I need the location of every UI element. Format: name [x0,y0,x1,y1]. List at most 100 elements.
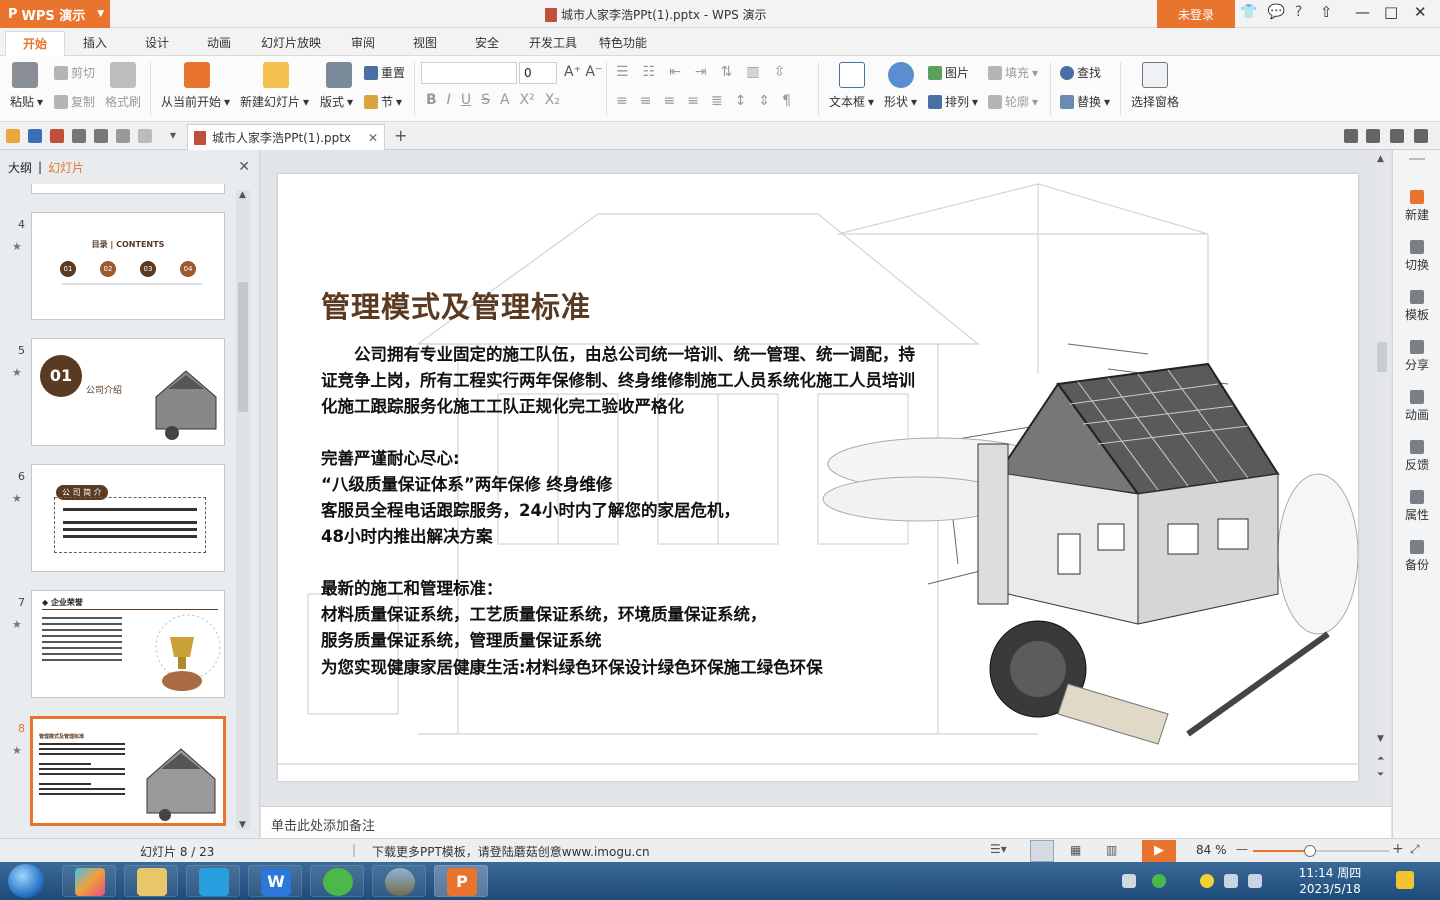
taskbar-app-browser[interactable] [310,865,364,897]
keyboard-icon[interactable] [1122,874,1136,888]
normal-view-button[interactable] [1030,840,1054,862]
find-button[interactable]: 查找 [1060,64,1101,81]
align-text-icon[interactable]: ⇳ [774,64,786,80]
sidebar-backup[interactable]: 备份 [1393,540,1440,573]
paragraph-icon[interactable]: ¶ [782,93,791,109]
slide-thumb-6[interactable]: 公 司 简 介 [31,464,225,572]
tab-review[interactable]: 审阅 [351,34,375,51]
zoom-slider-knob[interactable] [1304,845,1317,857]
slide-thumb-partial[interactable] [31,184,225,194]
arrange-button[interactable]: 排列 ▾ [928,93,978,110]
sidebar-transition[interactable]: 切换 [1393,240,1440,273]
scrollbar-thumb[interactable] [1377,342,1387,372]
tool-icon[interactable] [1344,129,1358,143]
textbox-button[interactable]: 文本框 ▾ [829,93,874,110]
previous-slide-icon[interactable]: ⏶ [1377,754,1384,764]
selection-pane-button[interactable]: 选择窗格 [1131,93,1179,110]
play-slideshow-button[interactable]: ▶ [1142,840,1176,862]
message-icon[interactable] [1390,129,1404,143]
copy-button[interactable]: 复制 [54,93,95,110]
zoom-out-icon[interactable]: — [1236,842,1248,856]
sidebar-animation[interactable]: 动画 [1393,390,1440,423]
zoom-slider[interactable] [1253,845,1389,857]
close-tab-icon[interactable]: ✕ [368,131,378,145]
distribute-icon[interactable]: ≣ [711,93,723,109]
tab-slides[interactable]: 幻灯片 [48,159,84,176]
strikethrough-button[interactable]: S [481,92,490,108]
notification-icon[interactable] [1396,871,1414,889]
undo-icon[interactable] [116,129,130,143]
sidebar-new[interactable]: 新建 [1393,190,1440,223]
export-pdf-icon[interactable] [50,129,64,143]
underline-button[interactable]: U [461,92,471,108]
slide-scrollbar[interactable]: ▲ ▼ ⏶ ⏷ [1374,150,1390,806]
new-tab-icon[interactable]: + [394,126,407,145]
pin-icon[interactable]: ⇧ [1320,3,1333,21]
maximize-button[interactable]: □ [1384,3,1398,21]
bullet-list-icon[interactable]: ☰ [616,64,629,80]
font-size-dropdown[interactable]: 0 [519,62,557,84]
slide-sorter-view-icon[interactable]: ▦ [1070,843,1081,857]
taskbar-app-blue[interactable] [186,865,240,897]
justify-icon[interactable]: ≡ [687,93,699,109]
taskbar-app-wps-writer[interactable]: W [248,865,302,897]
tab-design[interactable]: 设计 [145,34,169,51]
shape-button[interactable]: 形状 ▾ [884,93,917,110]
slide-thumb-7[interactable]: ◆ 企业荣誉 [31,590,225,698]
align-right-icon[interactable]: ≡ [663,93,675,109]
taskbar-app-wps-presentation[interactable]: P [434,865,488,897]
decrease-indent-icon[interactable]: ⇤ [669,64,681,80]
customize-dropdown-icon[interactable]: ▾ [170,128,176,142]
volume-icon[interactable] [1224,874,1238,888]
line-spacing-icon[interactable]: ↕ [735,93,747,109]
network-icon[interactable] [1248,874,1262,888]
slide-thumb-5[interactable]: 01 公司介绍 [31,338,225,446]
tab-insert[interactable]: 插入 [83,34,107,51]
replace-button[interactable]: 替换 ▾ [1060,93,1110,110]
redo-icon[interactable] [138,129,152,143]
superscript-button[interactable]: X² [520,92,535,108]
sidebar-share[interactable]: 分享 [1393,340,1440,373]
numbered-list-icon[interactable]: ☷ [643,64,656,80]
tab-slideshow[interactable]: 幻灯片放映 [261,34,321,51]
slides-panel-scrollbar[interactable] [236,190,250,830]
tab-special[interactable]: 特色功能 [599,34,647,51]
sidebar-properties[interactable]: 属性 [1393,490,1440,523]
font-name-dropdown[interactable] [421,62,517,84]
scroll-down-icon[interactable]: ▼ [239,820,246,830]
bold-button[interactable]: B [426,92,437,108]
zoom-level[interactable]: 84 % [1196,843,1227,857]
fit-window-icon[interactable]: ⤢ [1410,842,1420,857]
taskbar-app-explorer[interactable] [124,865,178,897]
notes-pane[interactable]: 单击此处添加备注 [261,806,1391,838]
minimize-button[interactable]: — [1355,3,1370,21]
skin-icon[interactable]: 👕 [1240,4,1257,20]
columns-icon[interactable]: ▥ [746,64,759,80]
help-icon[interactable]: ? [1295,4,1302,20]
feedback-icon[interactable]: 💬 [1267,4,1284,20]
font-color-button[interactable]: A [500,92,510,108]
new-slide-button[interactable]: 新建幻灯片 ▾ [240,93,309,110]
slide-title[interactable]: 管理模式及管理标准 [321,284,591,326]
reading-view-icon[interactable]: ▥ [1106,843,1117,857]
taskbar-app-colorful[interactable] [62,865,116,897]
tab-view[interactable]: 视图 [413,34,437,51]
start-button[interactable] [8,864,44,898]
tab-home[interactable]: 开始 [5,31,65,57]
italic-button[interactable]: I [447,92,451,108]
zoom-in-icon[interactable]: + [1392,841,1404,857]
clock[interactable]: 11:14 周四 2023/5/18 [1290,865,1370,897]
ribbon-toggle-icon[interactable] [1414,129,1428,143]
section-button[interactable]: 节 ▾ [364,93,402,110]
tab-outline[interactable]: 大纲 [8,159,32,176]
close-button[interactable]: ✕ [1414,3,1427,21]
notes-toggle-icon[interactable]: ☰▾ [990,842,1007,856]
pen-icon[interactable] [1366,129,1380,143]
sidebar-feedback[interactable]: 反馈 [1393,440,1440,473]
reset-button[interactable]: 重置 [364,64,405,81]
tray-plus-icon[interactable] [1200,874,1214,888]
next-slide-icon[interactable]: ⏷ [1377,770,1384,780]
layout-button[interactable]: 版式 ▾ [320,93,353,110]
picture-button[interactable]: 图片 [928,64,969,81]
current-slide[interactable]: 管理模式及管理标准 公司拥有专业固定的施工队伍，由总公司统一培训、统一管理、统一… [278,174,1358,781]
